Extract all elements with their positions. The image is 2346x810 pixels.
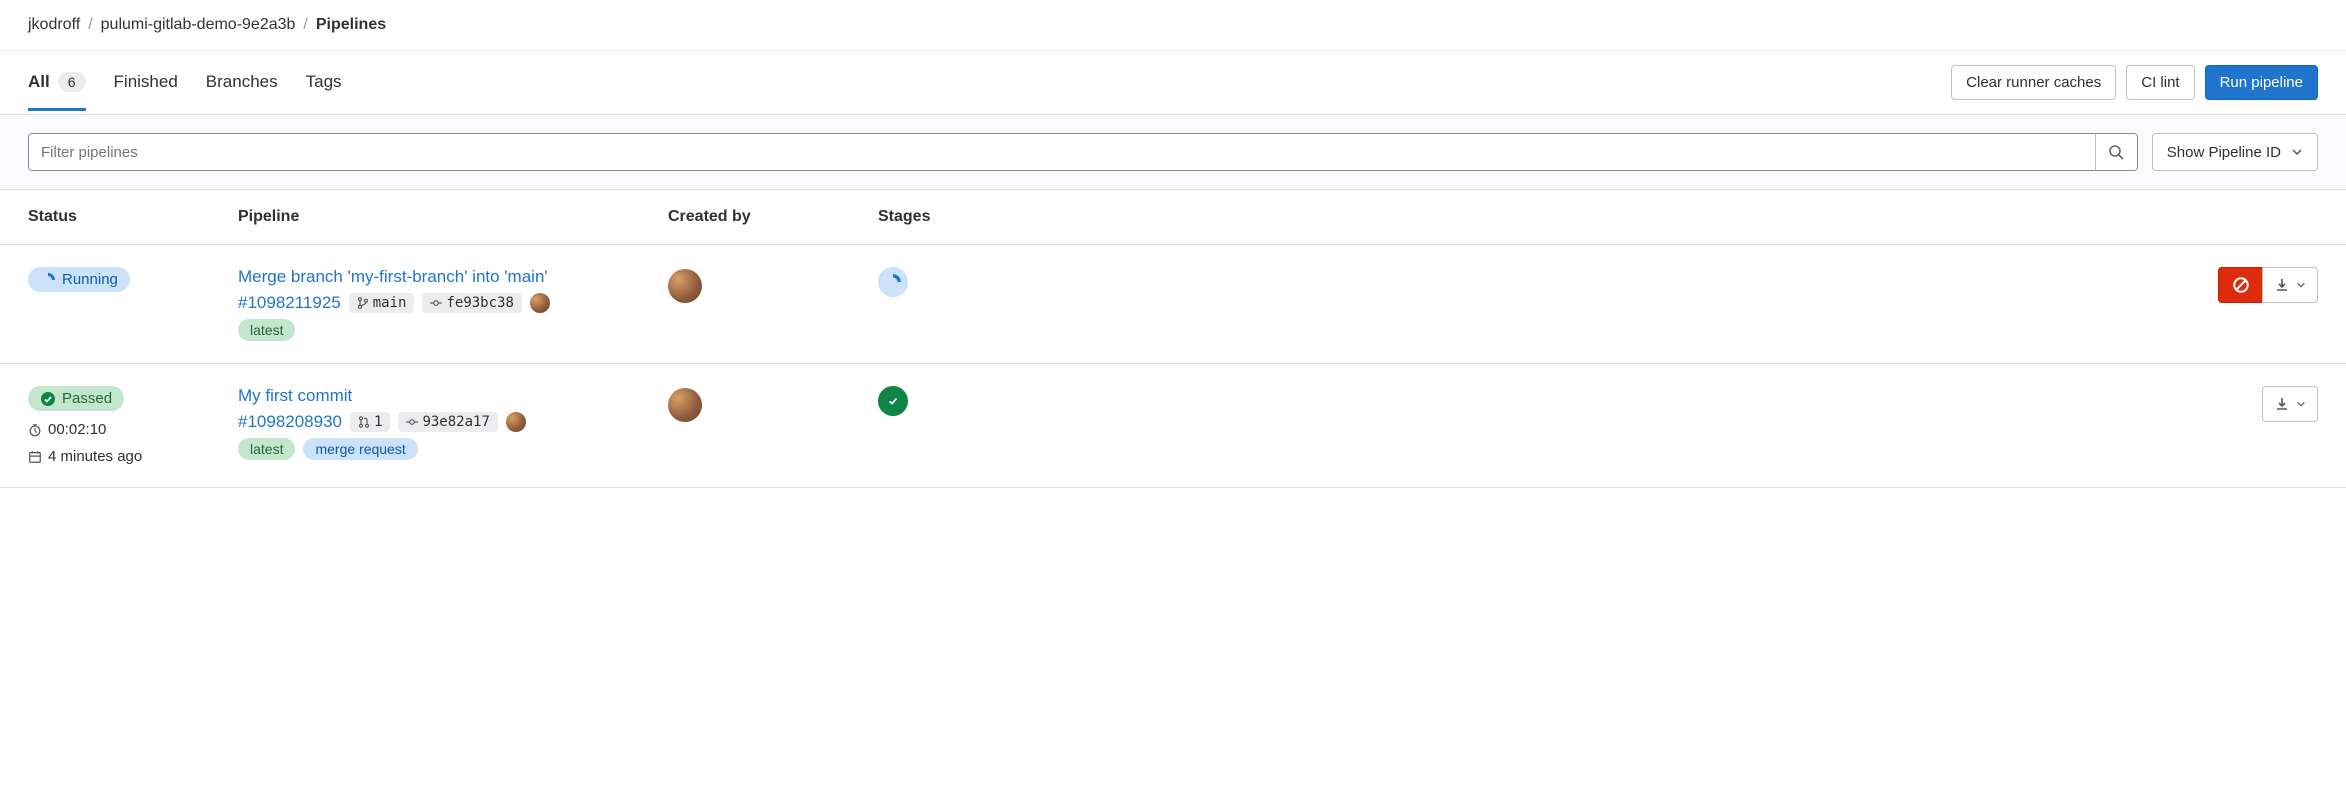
tab-tags[interactable]: Tags (306, 54, 342, 111)
breadcrumb-project[interactable]: pulumi-gitlab-demo-9e2a3b (101, 16, 296, 34)
col-created-by: Created by (668, 208, 878, 226)
breadcrumb-page[interactable]: Pipelines (316, 16, 386, 34)
branch-icon (357, 297, 369, 309)
run-pipeline-button[interactable]: Run pipeline (2205, 65, 2318, 100)
status-label: Running (62, 271, 118, 288)
show-pipeline-id-dropdown[interactable]: Show Pipeline ID (2152, 133, 2318, 171)
tab-all[interactable]: All 6 (28, 54, 86, 111)
clear-caches-button[interactable]: Clear runner caches (1951, 65, 2116, 100)
status-badge-passed[interactable]: Passed (28, 386, 124, 411)
commit-chip[interactable]: 93e82a17 (398, 412, 497, 432)
breadcrumb-separator: / (303, 16, 307, 34)
tab-all-count: 6 (58, 72, 86, 92)
pipeline-row: Passed 00:02:10 4 minutes ago My first c… (0, 364, 2346, 488)
running-icon (40, 272, 56, 288)
creator-avatar[interactable] (668, 269, 702, 303)
duration-text: 00:02:10 (48, 421, 106, 438)
chevron-down-icon (2296, 280, 2306, 290)
commit-icon (406, 416, 418, 428)
mr-chip[interactable]: 1 (350, 412, 390, 432)
pipeline-row: Running Merge branch 'my-first-branch' i… (0, 245, 2346, 364)
cancel-pipeline-button[interactable] (2218, 267, 2262, 303)
tag-latest: latest (238, 438, 295, 460)
running-icon (884, 273, 902, 291)
check-circle-icon (40, 391, 56, 407)
filter-bar: Show Pipeline ID (0, 115, 2346, 190)
col-pipeline: Pipeline (238, 208, 668, 226)
commit-sha: fe93bc38 (446, 295, 513, 311)
commit-chip[interactable]: fe93bc38 (422, 293, 521, 313)
status-label: Passed (62, 390, 112, 407)
created-by-cell (668, 267, 878, 306)
filter-search-button[interactable] (2095, 134, 2137, 170)
header-actions: Clear runner caches CI lint Run pipeline (1951, 51, 2318, 114)
pipeline-id-link[interactable]: #1098208930 (238, 412, 342, 432)
commit-author-avatar[interactable] (530, 293, 550, 313)
finished-at: 4 minutes ago (28, 448, 238, 465)
breadcrumb-user[interactable]: jkodroff (28, 16, 80, 34)
filter-input[interactable] (29, 134, 2095, 170)
tag-latest: latest (238, 319, 295, 341)
status-badge-running[interactable]: Running (28, 267, 130, 292)
search-icon (2108, 144, 2124, 160)
pipeline-tabs: All 6 Finished Branches Tags (28, 54, 342, 111)
col-stages: Stages (878, 208, 1218, 226)
branch-chip[interactable]: main (349, 293, 415, 313)
tab-finished[interactable]: Finished (114, 54, 178, 111)
cancel-icon (2232, 276, 2250, 294)
pipeline-commit-title[interactable]: My first commit (238, 386, 668, 406)
chevron-down-icon (2291, 146, 2303, 158)
ci-lint-button[interactable]: CI lint (2126, 65, 2194, 100)
check-icon (886, 394, 900, 408)
download-icon (2274, 396, 2290, 412)
commit-author-avatar[interactable] (506, 412, 526, 432)
pipeline-id-link[interactable]: #1098211925 (238, 293, 341, 313)
row-actions (1218, 267, 2318, 303)
filter-input-wrap (28, 133, 2138, 171)
commit-icon (430, 297, 442, 309)
tab-all-label: All (28, 72, 50, 92)
created-by-cell (668, 386, 878, 425)
pipeline-commit-title[interactable]: Merge branch 'my-first-branch' into 'mai… (238, 267, 668, 287)
col-status: Status (28, 208, 238, 226)
mr-count: 1 (374, 414, 382, 430)
download-artifacts-button[interactable] (2262, 386, 2318, 422)
breadcrumb: jkodroff / pulumi-gitlab-demo-9e2a3b / P… (0, 0, 2346, 51)
row-actions (1218, 386, 2318, 422)
clock-icon (28, 423, 42, 437)
tab-branches[interactable]: Branches (206, 54, 278, 111)
duration: 00:02:10 (28, 421, 238, 438)
download-icon (2274, 277, 2290, 293)
breadcrumb-separator: / (88, 16, 92, 34)
creator-avatar[interactable] (668, 388, 702, 422)
tag-merge-request: merge request (303, 438, 417, 460)
commit-sha: 93e82a17 (422, 414, 489, 430)
dropdown-label: Show Pipeline ID (2167, 144, 2281, 161)
stage-passed-icon[interactable] (878, 386, 908, 416)
stages-cell (878, 267, 1218, 297)
download-artifacts-button[interactable] (2262, 267, 2318, 303)
stage-running-icon[interactable] (878, 267, 908, 297)
branch-name: main (373, 295, 407, 311)
merge-request-icon (358, 416, 370, 428)
finished-at-text: 4 minutes ago (48, 448, 142, 465)
calendar-icon (28, 450, 42, 464)
stages-cell (878, 386, 1218, 416)
chevron-down-icon (2296, 399, 2306, 409)
table-header: Status Pipeline Created by Stages (0, 190, 2346, 245)
